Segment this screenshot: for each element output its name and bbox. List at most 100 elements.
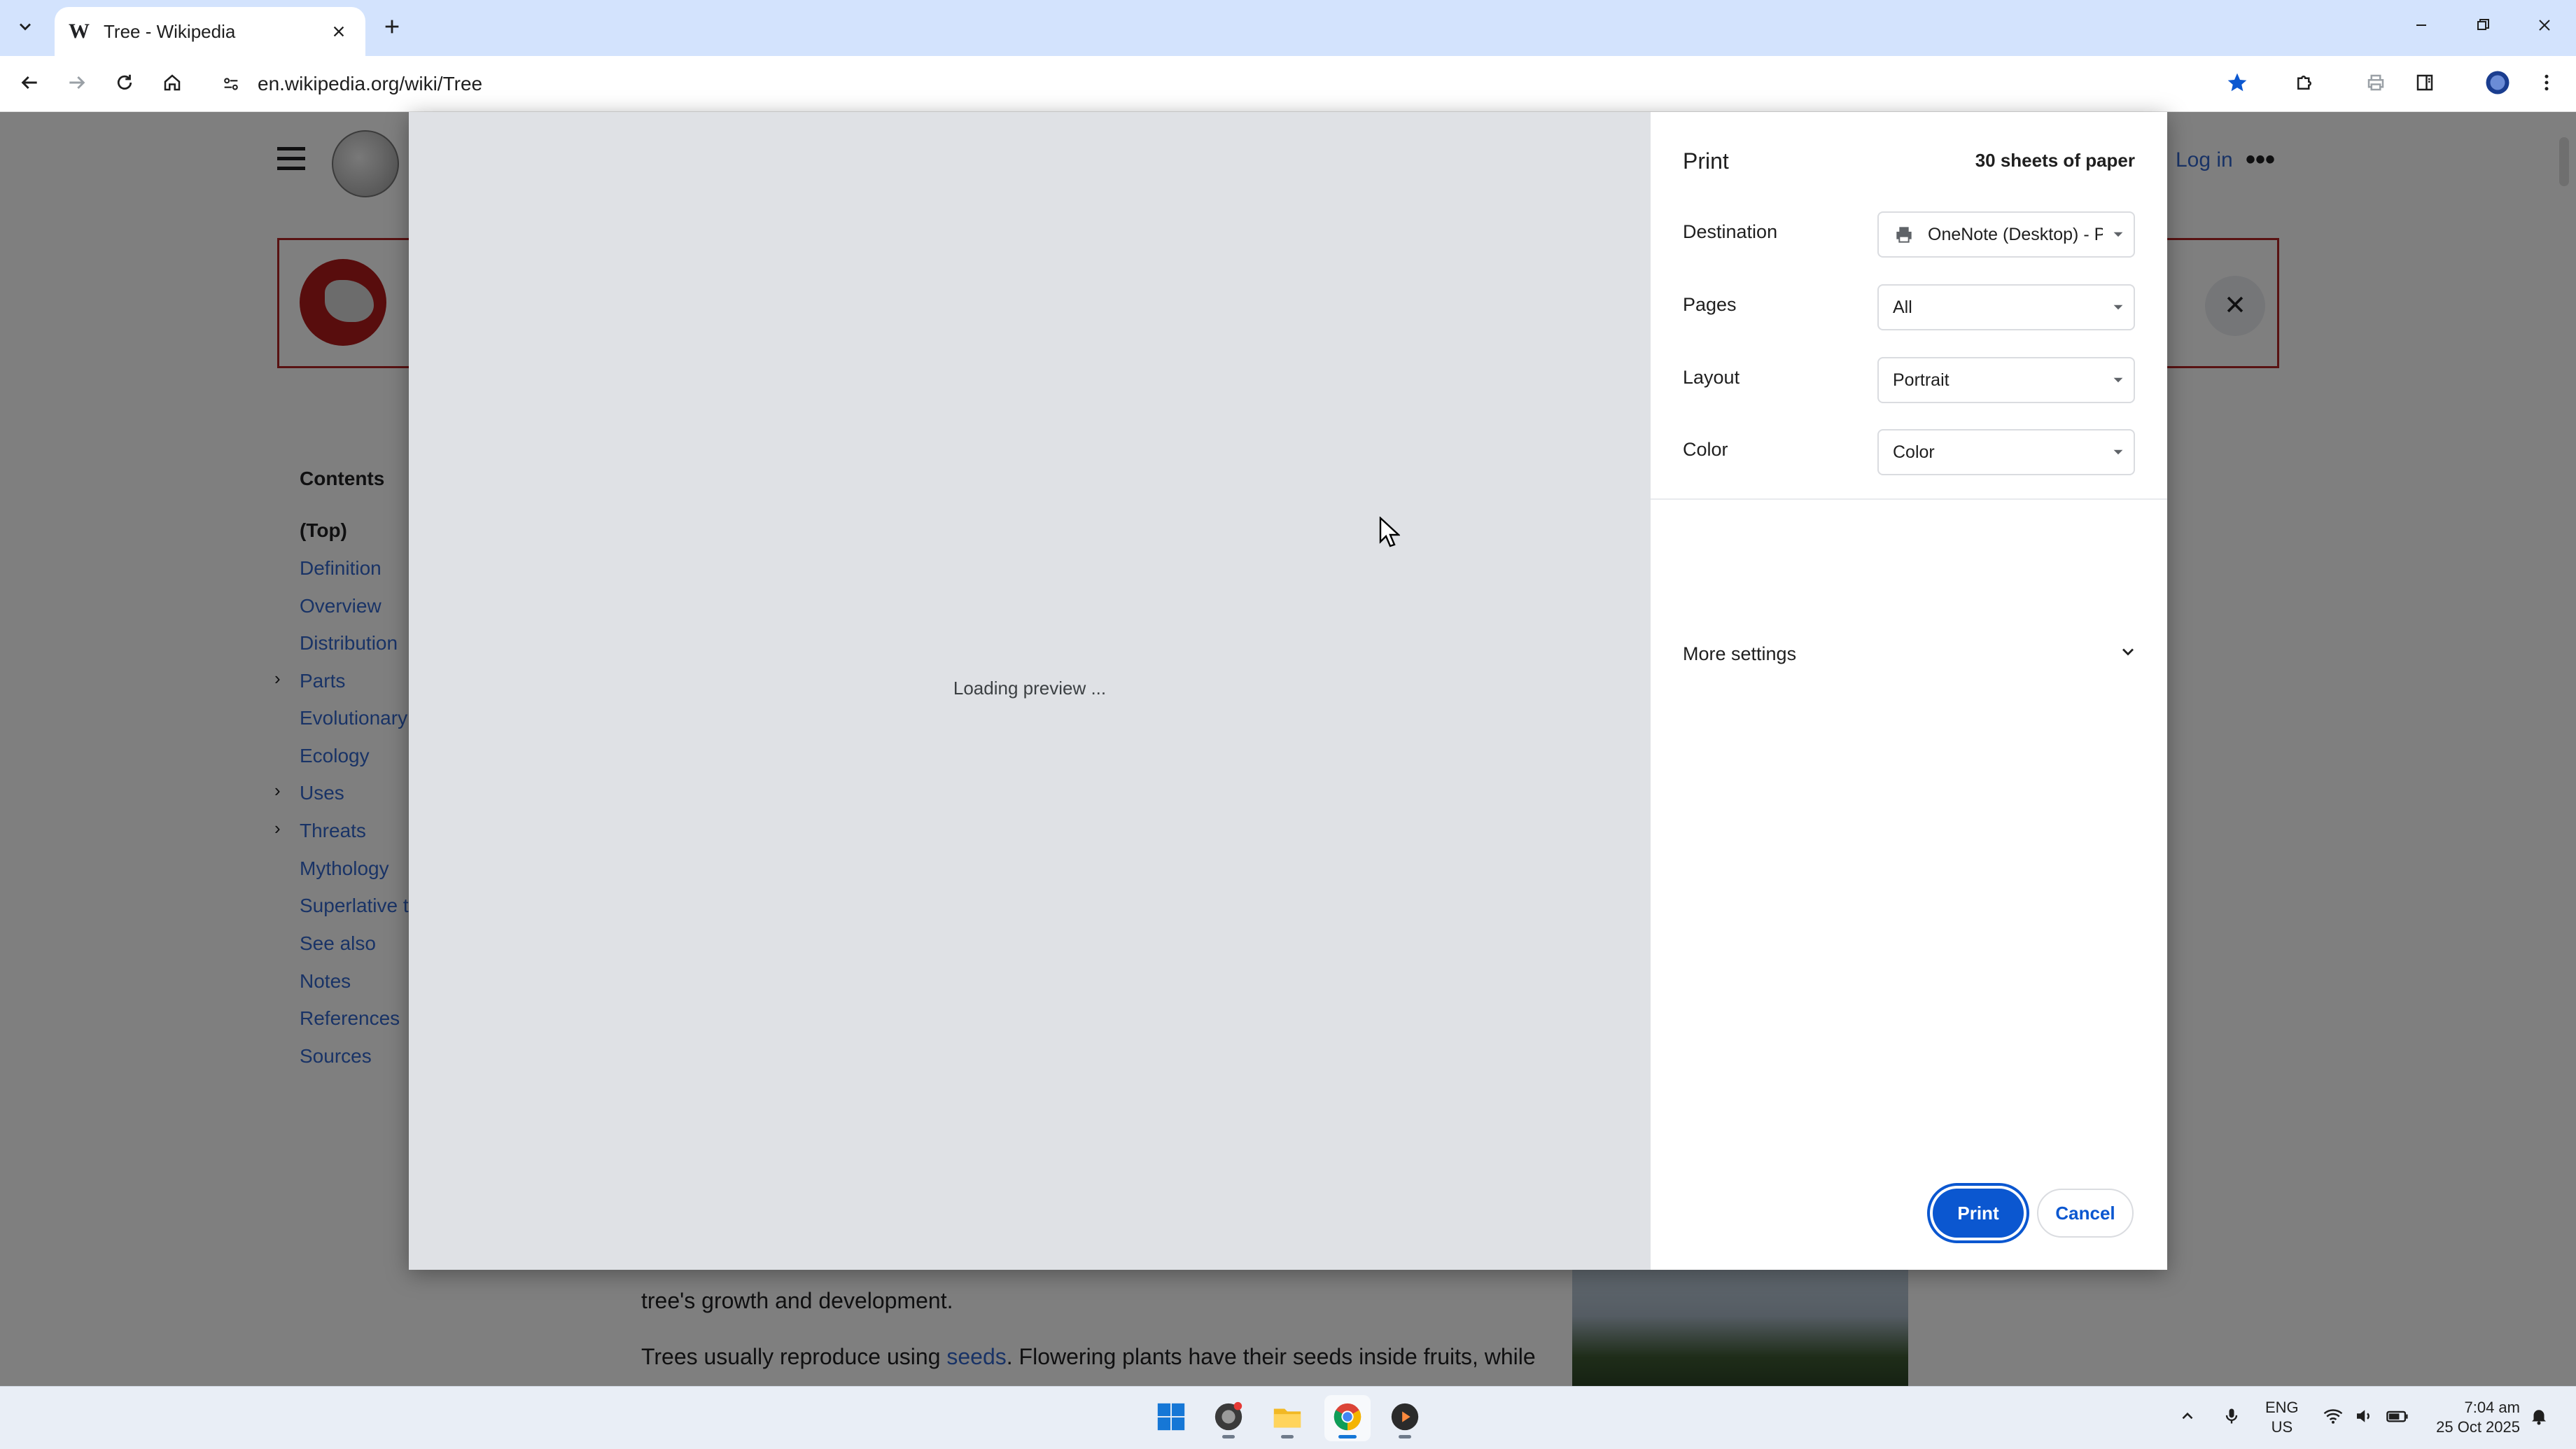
volume-status[interactable] <box>2353 1387 2374 1449</box>
print-preview-area: Loading preview ... <box>409 112 1651 1270</box>
taskbar-app-photos[interactable] <box>1205 1395 1252 1441</box>
tab-close-icon[interactable] <box>326 19 351 44</box>
play-icon <box>1389 1401 1421 1436</box>
wifi-status[interactable] <box>2323 1387 2344 1449</box>
color-value: Color <box>1893 442 1935 462</box>
settings-divider <box>1651 498 2167 500</box>
pages-value: All <box>1893 297 1912 317</box>
battery-status[interactable] <box>2386 1387 2409 1449</box>
layout-label: Layout <box>1683 367 1740 388</box>
tab-tree-wikipedia[interactable]: W Tree - Wikipedia <box>55 7 365 56</box>
taskbar-app-media-player[interactable] <box>1382 1395 1428 1441</box>
wikipedia-favicon-icon: W <box>69 20 90 43</box>
start-button[interactable] <box>1148 1395 1194 1441</box>
windows-logo-icon <box>1155 1401 1187 1436</box>
more-settings-toggle[interactable]: More settings <box>1683 633 2138 675</box>
color-select[interactable]: Color <box>1877 429 2135 475</box>
taskbar-app-file-explorer[interactable] <box>1264 1395 1310 1441</box>
microphone-icon <box>2222 1406 2241 1430</box>
microphone-button[interactable] <box>2222 1387 2241 1449</box>
show-hidden-icons-button[interactable] <box>2178 1387 2197 1449</box>
sheets-count: 30 sheets of paper <box>1975 150 2135 171</box>
destination-value: OneNote (Desktop) - Pr <box>1928 224 2103 244</box>
notification-bell-icon <box>2528 1406 2549 1431</box>
active-indicator <box>1338 1435 1357 1438</box>
extensions-button[interactable] <box>2285 64 2324 104</box>
home-icon <box>162 72 183 97</box>
more-settings-label: More settings <box>1683 643 1797 664</box>
dropdown-arrow-icon <box>2103 374 2134 386</box>
battery-icon <box>2386 1406 2409 1431</box>
chrome-icon <box>1331 1401 1364 1436</box>
notifications-button[interactable] <box>2528 1387 2549 1449</box>
close-icon <box>2536 17 2553 37</box>
reload-icon <box>114 72 135 97</box>
speaker-icon <box>2353 1406 2374 1431</box>
arrow-left-icon <box>18 71 41 97</box>
printer-icon <box>1893 223 1918 246</box>
tab-title: Tree - Wikipedia <box>104 20 236 42</box>
profile-avatar-button[interactable] <box>2478 64 2517 104</box>
print-toolbar-button[interactable] <box>2356 64 2395 104</box>
dropdown-arrow-icon <box>2103 229 2134 240</box>
bookmark-star-button[interactable] <box>2218 64 2257 104</box>
color-label: Color <box>1683 439 1728 460</box>
running-indicator <box>1281 1435 1294 1438</box>
tab-strip: W Tree - Wikipedia <box>0 0 2576 56</box>
chrome-menu-button[interactable] <box>2527 64 2566 104</box>
url-text: en.wikipedia.org/wiki/Tree <box>258 73 483 94</box>
region-code: US <box>2271 1418 2293 1436</box>
site-info-icon[interactable] <box>216 69 246 99</box>
dropdown-arrow-icon <box>2103 447 2134 458</box>
pages-select[interactable]: All <box>1877 284 2135 330</box>
star-icon <box>2226 71 2248 97</box>
puzzle-icon <box>2294 72 2315 97</box>
print-button[interactable]: Print <box>1933 1189 2024 1238</box>
pages-label: Pages <box>1683 294 1737 315</box>
mouse-cursor-icon <box>1379 516 1401 547</box>
destination-select[interactable]: OneNote (Desktop) - Pr <box>1877 211 2135 258</box>
restore-button[interactable] <box>2458 7 2507 46</box>
windows-taskbar: ENG US 7:04 am 25 Oct 2025 <box>0 1386 2576 1449</box>
clock-date: 25 Oct 2025 <box>2436 1418 2520 1436</box>
tab-search-button[interactable] <box>8 11 42 45</box>
restore-icon <box>2474 17 2491 37</box>
folder-icon <box>1271 1401 1303 1436</box>
aperture-icon <box>1212 1401 1245 1436</box>
browser-toolbar: en.wikipedia.org/wiki/Tree <box>0 56 2576 112</box>
minimize-button[interactable] <box>2397 7 2446 46</box>
minimize-icon <box>2413 17 2430 37</box>
dropdown-arrow-icon <box>2103 302 2134 313</box>
taskbar-app-chrome[interactable] <box>1324 1395 1371 1441</box>
printer-icon <box>2365 72 2386 97</box>
wifi-icon <box>2323 1406 2344 1431</box>
forward-button[interactable] <box>57 64 97 104</box>
chevron-down-icon <box>2118 642 2138 666</box>
side-panel-button[interactable] <box>2405 64 2444 104</box>
clock-time: 7:04 am <box>2464 1399 2521 1416</box>
plus-icon <box>382 17 402 40</box>
side-panel-icon <box>2414 72 2435 97</box>
arrow-right-icon <box>66 71 88 97</box>
back-button[interactable] <box>10 64 49 104</box>
new-tab-button[interactable] <box>375 11 409 45</box>
close-window-button[interactable] <box>2520 7 2569 46</box>
layout-select[interactable]: Portrait <box>1877 357 2135 403</box>
page-scrollbar[interactable] <box>2559 137 2569 186</box>
layout-value: Portrait <box>1893 370 1949 390</box>
more-vert-icon <box>2536 72 2557 97</box>
running-indicator <box>1222 1435 1235 1438</box>
chevron-down-icon <box>15 17 35 40</box>
reload-button[interactable] <box>105 64 144 104</box>
address-bar[interactable]: en.wikipedia.org/wiki/Tree <box>209 64 2267 104</box>
avatar-icon <box>2485 70 2510 99</box>
running-indicator <box>1399 1435 1411 1438</box>
print-title: Print <box>1683 148 1729 174</box>
home-button[interactable] <box>153 64 192 104</box>
cancel-button[interactable]: Cancel <box>2037 1189 2134 1238</box>
destination-label: Destination <box>1683 221 1778 242</box>
language-code: ENG <box>2265 1399 2299 1416</box>
loading-preview-text: Loading preview ... <box>953 678 1107 699</box>
language-indicator[interactable]: ENG US <box>2265 1398 2299 1437</box>
clock[interactable]: 7:04 am 25 Oct 2025 <box>2422 1398 2520 1437</box>
